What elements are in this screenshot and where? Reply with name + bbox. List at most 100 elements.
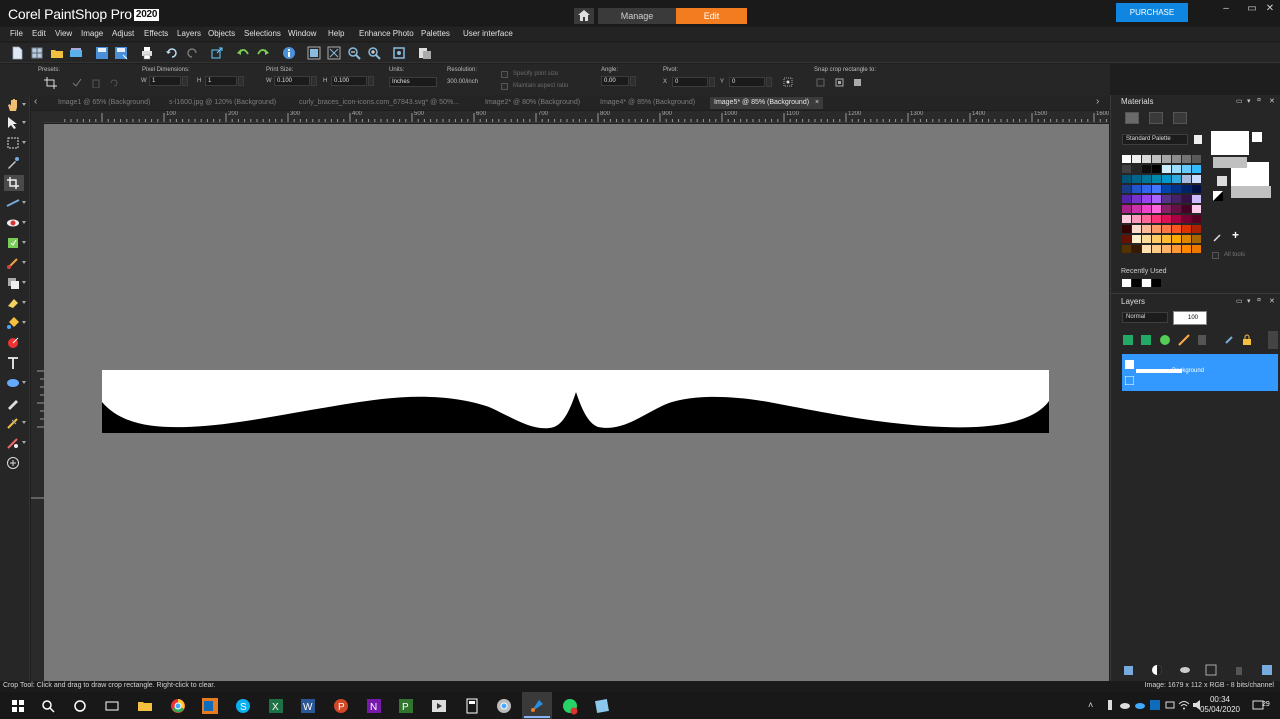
layer-tools-expand[interactable] xyxy=(1268,331,1278,349)
menu-palettes[interactable]: Palettes xyxy=(421,29,450,38)
makeover-tool[interactable] xyxy=(4,235,26,251)
palette-swatch[interactable] xyxy=(1142,235,1151,243)
palette-swatch[interactable] xyxy=(1142,245,1151,253)
actual-size-icon[interactable] xyxy=(392,46,406,60)
palette-swatch[interactable] xyxy=(1162,235,1171,243)
outlook-icon[interactable] xyxy=(200,696,220,716)
skype-icon[interactable]: S xyxy=(233,696,253,716)
menu-window[interactable]: Window xyxy=(288,29,316,38)
palette-swatch[interactable] xyxy=(1152,215,1161,223)
resize-icon[interactable] xyxy=(210,46,224,60)
rotate-left-icon[interactable] xyxy=(236,46,250,60)
dropper-small-icon[interactable] xyxy=(1213,232,1223,242)
menu-adjust[interactable]: Adjust xyxy=(112,29,134,38)
powerpoint-icon[interactable]: P xyxy=(331,696,351,716)
palette-swatch[interactable] xyxy=(1162,225,1171,233)
palette-swatch[interactable] xyxy=(1122,215,1131,223)
layers-panel-restore-icon[interactable]: ▭ xyxy=(1236,297,1243,305)
selection-tool[interactable] xyxy=(4,135,26,151)
palette-swatch[interactable] xyxy=(1192,195,1201,203)
palette-swatch[interactable] xyxy=(1142,225,1151,233)
dropper-tool[interactable] xyxy=(4,155,24,171)
reset-icon[interactable] xyxy=(109,78,119,88)
pivot-y-input[interactable]: 0 xyxy=(729,77,765,87)
layers-panel-menu-icon[interactable]: ▾ xyxy=(1247,297,1251,305)
palette-swatch[interactable] xyxy=(1172,195,1181,203)
merge-footer-icon[interactable] xyxy=(1205,664,1217,676)
shape-tool[interactable] xyxy=(4,375,26,391)
transparent-icon[interactable] xyxy=(1216,175,1228,187)
angle-input[interactable]: 0.00 xyxy=(601,76,629,86)
whatsapp-icon[interactable] xyxy=(560,696,580,716)
outlook-tray-icon[interactable] xyxy=(1149,699,1161,711)
mask-footer-icon[interactable] xyxy=(1151,664,1163,676)
layers-panel-pin-icon[interactable]: ¤ xyxy=(1257,297,1261,304)
recent-swatch-black-2[interactable] xyxy=(1152,279,1161,287)
doc-tab-image1[interactable]: Image1 @ 65% (Background) xyxy=(58,97,150,109)
menu-objects[interactable]: Objects xyxy=(208,29,235,38)
palette-swatch[interactable] xyxy=(1142,155,1151,163)
palette-swatch[interactable] xyxy=(1152,225,1161,233)
palette-swatch[interactable] xyxy=(1182,225,1191,233)
layer-item-background[interactable]: Background xyxy=(1122,354,1278,391)
delete-layer-icon[interactable] xyxy=(1233,664,1245,676)
palette-swatch[interactable] xyxy=(1192,245,1201,253)
doc-tab-image5[interactable]: Image5* @ 85% (Background) × xyxy=(710,97,824,109)
chrome-2-icon[interactable] xyxy=(494,696,514,716)
onenote-icon[interactable]: N xyxy=(364,696,384,716)
palette-swatch[interactable] xyxy=(1152,205,1161,213)
recent-swatch-white[interactable] xyxy=(1122,279,1131,287)
materials-color-tab[interactable] xyxy=(1173,112,1187,124)
chrome-icon[interactable] xyxy=(168,696,188,716)
opacity-field[interactable]: 100 xyxy=(1173,311,1207,325)
palette-swatch[interactable] xyxy=(1132,215,1141,223)
palette-swatch[interactable] xyxy=(1122,155,1131,163)
adjustment-layer-icon[interactable] xyxy=(1159,334,1171,346)
crop-preset-icon[interactable] xyxy=(44,77,58,89)
new-layer-footer-icon[interactable] xyxy=(1123,664,1135,676)
snap-selection-icon[interactable] xyxy=(835,78,844,87)
palette-swatch[interactable] xyxy=(1152,175,1161,183)
palette-swatch[interactable] xyxy=(1122,175,1131,183)
palette-swatch[interactable] xyxy=(1192,215,1201,223)
palette-swatch[interactable] xyxy=(1132,195,1141,203)
red-eye-tool[interactable] xyxy=(4,215,26,231)
calculator-icon[interactable] xyxy=(462,696,482,716)
straighten-tool[interactable] xyxy=(4,195,26,211)
palette-swatch[interactable] xyxy=(1122,225,1131,233)
crop-tool[interactable] xyxy=(4,175,24,191)
palette-swatch[interactable] xyxy=(1142,215,1151,223)
pivot-center-icon[interactable] xyxy=(783,77,793,87)
tab-edit[interactable]: Edit xyxy=(676,8,747,24)
palette-swatch[interactable] xyxy=(1132,235,1141,243)
pixel-width-input[interactable]: 1 xyxy=(149,76,181,86)
media-player-icon[interactable] xyxy=(429,696,449,716)
close-tab-icon[interactable]: × xyxy=(815,99,819,106)
print-width-spinner[interactable] xyxy=(311,76,317,86)
palette-swatch[interactable] xyxy=(1192,235,1201,243)
minimize-button[interactable]: – xyxy=(1218,3,1234,14)
menu-effects[interactable]: Effects xyxy=(144,29,168,38)
tray-chevron-icon[interactable]: ˄ xyxy=(1088,700,1093,710)
pixel-width-spinner[interactable] xyxy=(182,76,188,86)
print-icon[interactable] xyxy=(140,46,154,60)
menu-view[interactable]: View xyxy=(55,29,72,38)
palette-swatch[interactable] xyxy=(1132,155,1141,163)
materials-panel-close-icon[interactable]: ✕ xyxy=(1269,97,1275,105)
palette-swatch[interactable] xyxy=(1122,205,1131,213)
palette-swatch[interactable] xyxy=(1182,185,1191,193)
palette-swatch[interactable] xyxy=(1162,215,1171,223)
canvas-workspace[interactable] xyxy=(44,124,1109,681)
background-style-buttons[interactable] xyxy=(1231,186,1271,198)
palette-swatch[interactable] xyxy=(1142,165,1151,173)
trash-icon[interactable] xyxy=(91,78,101,88)
doc-tab-s-l1600[interactable]: s-l1600.jpg @ 120% (Background) xyxy=(169,97,276,109)
windows-start-icon[interactable] xyxy=(8,696,28,716)
palette-swatch[interactable] xyxy=(1172,215,1181,223)
pivot-y-spinner[interactable] xyxy=(766,77,772,87)
palette-swatch[interactable] xyxy=(1152,155,1161,163)
palette-swatch[interactable] xyxy=(1182,245,1191,253)
doc-tab-curly-braces[interactable]: curly_braces_icon-icons.com_67843.svg* @… xyxy=(299,97,459,109)
menu-image[interactable]: Image xyxy=(81,29,103,38)
battery-icon[interactable] xyxy=(1164,699,1176,711)
